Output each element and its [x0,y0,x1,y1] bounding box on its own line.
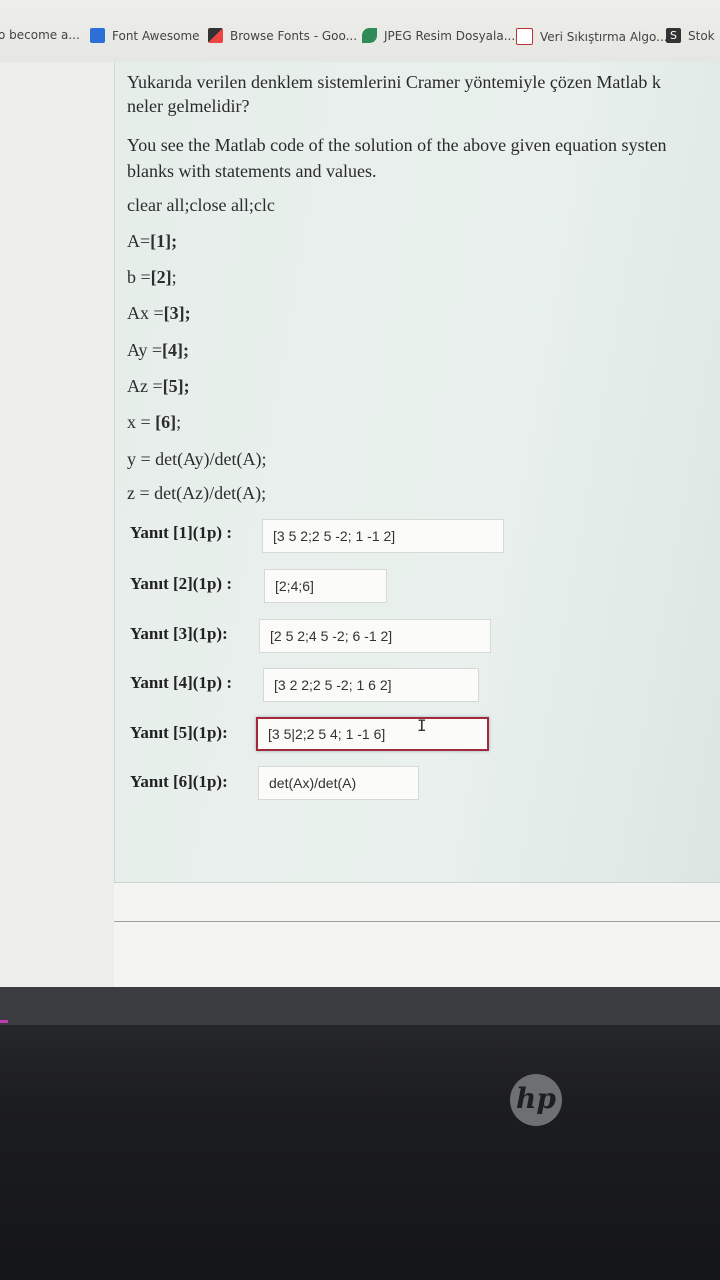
page-gutter [0,62,114,987]
code-text: x = [127,412,156,432]
answer-label: Yanıt [1](1p) : [130,523,232,542]
question-text-en-2: blanks with statements and values. [127,161,377,181]
answer-input-3[interactable]: [2 5 2;4 5 -2; 6 -1 2] [259,619,491,653]
answer-row-2: Yanıt [2](1p) : [130,574,232,594]
answer-label: Yanıt [3](1p): [130,624,228,643]
question-text-tr-1: Yukarıda verilen denklem sistemlerini Cr… [127,72,661,92]
question-text-en-1: You see the Matlab code of the solution … [127,135,667,155]
code-text: ; [176,412,182,432]
answer-input-2[interactable]: [2;4;6] [264,569,387,603]
question-text-tr-2: neler gelmelidir? [127,96,250,116]
bookmark-item[interactable]: o become a... [0,28,80,42]
blank-marker: [4] [162,340,183,360]
blank-marker: [3] [163,303,185,323]
answer-row-5: Yanıt [5](1p): [130,723,228,743]
bookmark-stok[interactable]: S Stok [666,28,715,43]
answer-label: Yanıt [5](1p): [130,723,228,742]
bookmark-label: o become a... [0,28,80,42]
code-line-x: x = [6]; [127,412,181,433]
code-text: Ay = [127,340,162,360]
blank-marker: [6] [155,412,177,432]
code-line-z: z = det(Az)/det(A); [127,483,267,503]
bookmark-font-awesome[interactable]: Font Awesome [90,28,200,43]
question-panel [114,62,720,883]
code-line-Az: Az =[5]; [127,376,190,397]
screen-edge [0,987,720,1025]
code-text: Ax = [127,303,164,323]
divider [114,921,720,922]
answer-input-5[interactable]: [3 5|2;2 5 4; 1 -1 6] [256,717,489,751]
code-line-A: A=[1]; [127,231,177,252]
bookmarks-bar: o become a... Font Awesome Browse Fonts … [0,0,720,62]
light-reflection [0,1020,8,1023]
bookmark-label: Browse Fonts - Goo... [230,28,358,43]
code-text: ; [184,303,191,323]
answer-label: Yanıt [2](1p) : [130,574,232,593]
code-line-b: b =[2]; [127,267,177,288]
bookmark-label: Stok [688,28,715,43]
bookmark-google-fonts[interactable]: Browse Fonts - Goo... [208,28,357,43]
answer-input-4[interactable]: [3 2 2;2 5 -2; 1 6 2] [263,668,479,702]
code-line-Ay: Ay =[4]; [127,340,189,361]
text-cursor-icon: I [417,716,427,735]
answer-row-1: Yanıt [1](1p) : [130,523,232,543]
code-text: Az = [127,376,163,396]
code-text: ; [171,231,178,251]
slides-icon [516,28,533,45]
bookmark-veri[interactable]: Veri Sıkıştırma Algo... [516,28,668,45]
font-awesome-icon [90,28,105,43]
answer-row-3: Yanıt [3](1p): [130,624,228,644]
s-icon: S [666,28,681,43]
answer-input-6[interactable]: det(Ax)/det(A) [258,766,419,800]
answer-label: Yanıt [4](1p) : [130,673,232,692]
code-line-y: y = det(Ay)/det(A); [127,449,267,469]
answer-input-1[interactable]: [3 5 2;2 5 -2; 1 -1 2] [262,519,504,553]
bookmark-jpeg[interactable]: JPEG Resim Dosyala... [362,28,515,43]
bookmark-label: Font Awesome [112,28,200,43]
code-text: ; [171,267,177,287]
code-line-clear: clear all;close all;clc [127,195,275,215]
code-text: A= [127,231,151,251]
code-text: b = [127,267,151,287]
blank-marker: [2] [150,267,172,287]
bookmark-label: JPEG Resim Dosyala... [384,28,516,43]
code-line-Ax: Ax =[3]; [127,303,191,324]
leaf-icon [362,28,377,43]
answer-row-6: Yanıt [6](1p): [130,772,228,792]
blank-marker: [1] [150,231,172,251]
answer-row-4: Yanıt [4](1p) : [130,673,232,693]
google-fonts-icon [208,28,223,43]
hp-logo-icon: hp [510,1074,562,1126]
answer-label: Yanıt [6](1p): [130,772,228,791]
code-text: ; [183,340,189,360]
code-text: ; [183,376,190,396]
blank-marker: [5] [162,376,184,396]
laptop-bezel [0,987,720,1280]
bookmark-label: Veri Sıkıştırma Algo... [540,29,668,44]
